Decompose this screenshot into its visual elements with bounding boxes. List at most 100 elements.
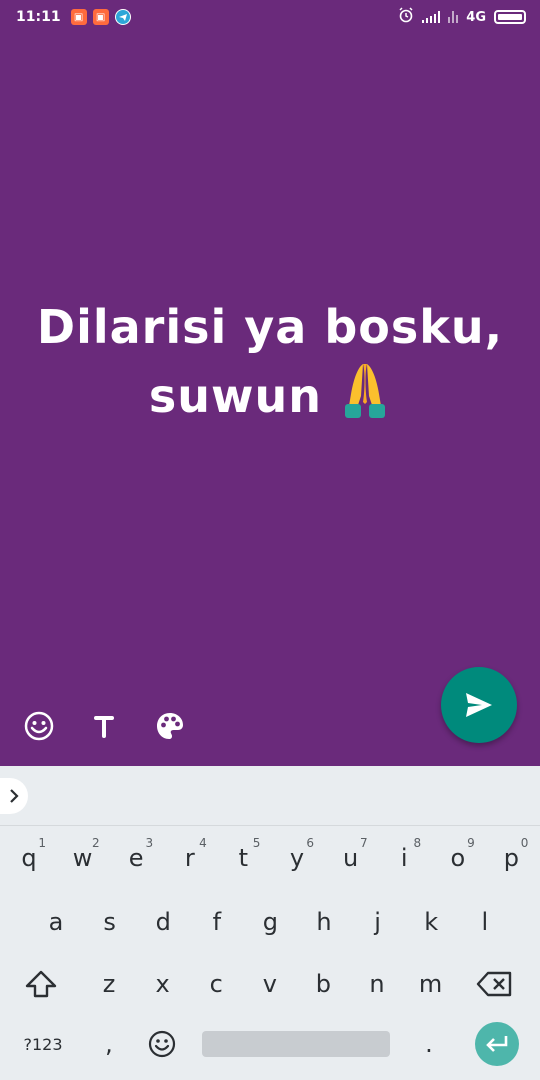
- key-hint: 3: [145, 836, 154, 850]
- battery-icon: [494, 10, 526, 24]
- key-label: v: [262, 970, 277, 998]
- key-h[interactable]: h: [297, 892, 351, 952]
- keyboard-toolbar: [0, 766, 540, 826]
- enter-key[interactable]: [475, 1022, 519, 1066]
- chevron-right-icon[interactable]: [0, 778, 28, 814]
- key-label: z: [102, 970, 116, 998]
- key-u[interactable]: u7: [324, 828, 378, 888]
- key-label: g: [262, 908, 278, 936]
- key-hint: 7: [359, 836, 368, 850]
- key-j[interactable]: j: [351, 892, 405, 952]
- calendar-icon: ▣: [92, 9, 109, 25]
- enter-icon: [486, 1036, 508, 1052]
- comma-key[interactable]: ,: [82, 1014, 136, 1074]
- palette-icon[interactable]: [150, 706, 190, 746]
- key-hint: 9: [467, 836, 475, 850]
- key-a[interactable]: a: [29, 892, 83, 952]
- key-y[interactable]: y6: [270, 828, 324, 888]
- key-w[interactable]: w2: [56, 828, 110, 888]
- key-b[interactable]: b: [296, 954, 350, 1014]
- key-hint: 0: [520, 836, 529, 850]
- key-label: s: [103, 908, 116, 936]
- backspace-icon: [476, 971, 512, 997]
- key-label: w: [72, 844, 93, 872]
- key-z[interactable]: z: [82, 954, 136, 1014]
- shift-key[interactable]: [14, 954, 68, 1014]
- emoji-icon[interactable]: [19, 706, 59, 746]
- folded-hands-emoji: [339, 360, 391, 420]
- key-v[interactable]: v: [243, 954, 297, 1014]
- key-g[interactable]: g: [243, 892, 297, 952]
- status-canvas[interactable]: Dilarisi ya bosku, suwun: [0, 34, 540, 766]
- signal-icon: [422, 11, 441, 23]
- alarm-icon: [398, 7, 414, 27]
- emoji-key[interactable]: [135, 1014, 189, 1074]
- key-r[interactable]: r4: [163, 828, 217, 888]
- key-o[interactable]: o9: [431, 828, 485, 888]
- keyboard-row-2: asdfghjkl: [0, 892, 540, 952]
- calendar-icon: ▣: [70, 9, 87, 25]
- keyboard-row-3: zxcvbnm: [0, 954, 540, 1014]
- key-label: m: [418, 970, 443, 998]
- keyboard-row-1: q1w2e3r4t5y6u7i8o9p0: [0, 828, 540, 888]
- shift-icon: [25, 970, 57, 998]
- key-label: t: [238, 844, 249, 872]
- emoji-icon: [148, 1030, 176, 1058]
- period-key[interactable]: .: [402, 1014, 456, 1074]
- clock: 11:11: [16, 9, 61, 25]
- key-label: i: [400, 844, 408, 872]
- key-i[interactable]: i8: [377, 828, 431, 888]
- key-c[interactable]: c: [189, 954, 243, 1014]
- key-label: u: [342, 844, 359, 872]
- key-label: o: [450, 844, 466, 872]
- keyboard: q1w2e3r4t5y6u7i8o9p0 asdfghjkl zxcvbnm ?…: [0, 826, 540, 1080]
- signal-icon: [448, 11, 459, 23]
- key-m[interactable]: m: [404, 954, 458, 1014]
- key-label: a: [48, 908, 64, 936]
- key-hint: 1: [38, 836, 46, 850]
- status-bar: 11:11 ▣ ▣ 4G: [0, 0, 540, 34]
- key-label: r: [184, 844, 195, 872]
- key-label: k: [424, 908, 439, 936]
- key-d[interactable]: d: [136, 892, 190, 952]
- keyboard-row-4: ?123 , .: [0, 1014, 540, 1074]
- key-n[interactable]: n: [350, 954, 404, 1014]
- key-k[interactable]: k: [404, 892, 458, 952]
- key-label: b: [315, 970, 331, 998]
- key-label: x: [155, 970, 170, 998]
- key-hint: 6: [306, 836, 314, 850]
- key-l[interactable]: l: [458, 892, 512, 952]
- telegram-icon: [114, 9, 131, 25]
- backspace-key[interactable]: [468, 954, 522, 1014]
- key-t[interactable]: t5: [216, 828, 270, 888]
- status-text: Dilarisi ya bosku, suwun: [36, 300, 504, 423]
- send-icon: [466, 693, 492, 717]
- key-label: e: [128, 844, 144, 872]
- key-hint: 5: [252, 836, 261, 850]
- key-hint: 4: [199, 836, 207, 850]
- key-label: y: [289, 844, 305, 872]
- key-label: h: [316, 908, 332, 936]
- key-e[interactable]: e3: [109, 828, 163, 888]
- key-s[interactable]: s: [83, 892, 137, 952]
- send-button[interactable]: [441, 667, 517, 743]
- key-f[interactable]: f: [190, 892, 244, 952]
- key-hint: 2: [91, 836, 100, 850]
- key-label: j: [374, 908, 381, 936]
- key-p[interactable]: p0: [484, 828, 538, 888]
- key-x[interactable]: x: [136, 954, 190, 1014]
- key-label: n: [369, 970, 385, 998]
- space-key[interactable]: [202, 1014, 390, 1074]
- text-icon[interactable]: [84, 706, 124, 746]
- symbols-key[interactable]: ?123: [16, 1014, 70, 1074]
- key-hint: 8: [413, 836, 422, 850]
- key-label: d: [155, 908, 171, 936]
- key-label: p: [503, 844, 519, 872]
- key-label: q: [21, 844, 37, 872]
- key-label: c: [209, 970, 223, 998]
- key-label: f: [212, 908, 222, 936]
- key-q[interactable]: q1: [2, 828, 56, 888]
- status-text-display[interactable]: Dilarisi ya bosku, suwun: [20, 294, 520, 429]
- key-label: l: [481, 908, 489, 936]
- network-type: 4G: [466, 9, 486, 25]
